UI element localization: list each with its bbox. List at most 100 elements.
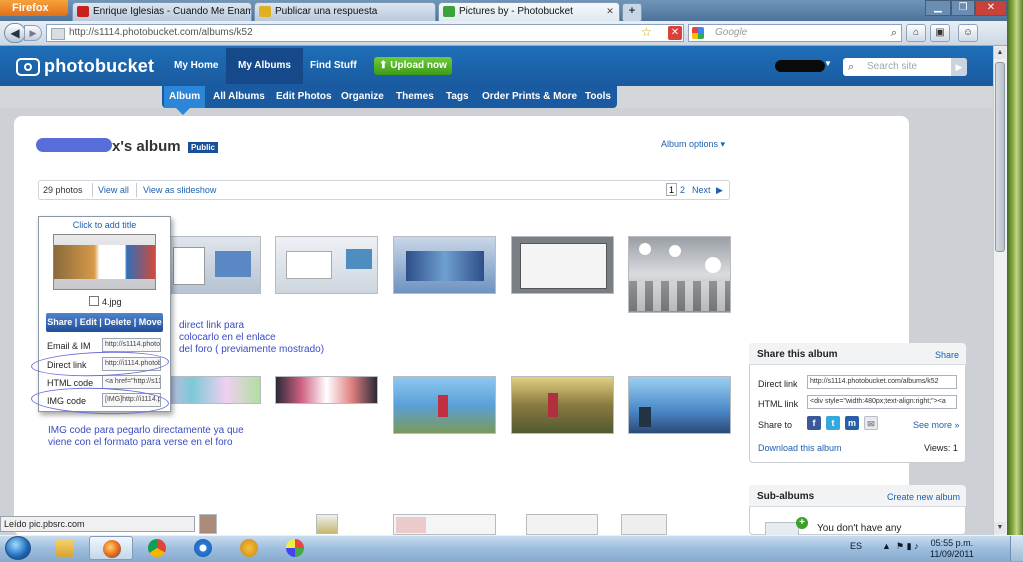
- nav-my-albums[interactable]: My Albums: [226, 48, 303, 84]
- search-placeholder: Google: [715, 27, 748, 38]
- slideshow-link[interactable]: View as slideshow: [143, 185, 216, 195]
- subnav-organize[interactable]: Organize: [336, 86, 389, 108]
- twitter-icon[interactable]: t: [826, 416, 840, 430]
- album-options-menu[interactable]: Album options ▾: [661, 139, 725, 150]
- explorer-taskbar-button[interactable]: [43, 536, 87, 560]
- subnav-themes[interactable]: Themes: [391, 86, 439, 108]
- addon-icon[interactable]: ▣: [930, 24, 950, 42]
- share-to-label: Share to: [758, 420, 793, 430]
- paint-taskbar-button[interactable]: [273, 536, 317, 560]
- maximize-button[interactable]: ❐: [951, 0, 975, 16]
- status-bar: Leído pic.pbsrc.com: [0, 516, 195, 532]
- close-tab-icon[interactable]: ✕: [605, 6, 615, 16]
- site-search-input[interactable]: ⌕ Search site ▶: [843, 58, 967, 76]
- photo-thumbnail[interactable]: [275, 236, 378, 294]
- forward-button[interactable]: ▶: [24, 25, 42, 41]
- scroll-down-icon[interactable]: ▼: [994, 522, 1006, 534]
- photo-count: 29 photos: [43, 185, 83, 195]
- flag-icon[interactable]: ⚑: [896, 541, 904, 551]
- see-more-link[interactable]: See more »: [913, 420, 960, 430]
- photo-thumbnail[interactable]: [275, 376, 378, 404]
- page-2[interactable]: 2: [680, 185, 685, 195]
- photobucket-logo[interactable]: photobucket: [16, 56, 154, 77]
- tab-youtube[interactable]: Enrique Iglesias - Cuando Me Enamo...: [72, 2, 252, 21]
- back-button[interactable]: ◀: [4, 23, 26, 43]
- clock-time: 05:55 p.m.: [930, 538, 974, 548]
- selected-photo-thumbnail[interactable]: [53, 234, 156, 290]
- greasemonkey-icon[interactable]: ☺: [958, 24, 978, 42]
- view-all-link[interactable]: View all: [98, 185, 129, 195]
- scroll-up-icon[interactable]: ▲: [994, 47, 1006, 59]
- new-tab-button[interactable]: +: [622, 3, 642, 22]
- subnav-album[interactable]: Album: [164, 86, 206, 108]
- share-link[interactable]: Share: [935, 350, 959, 360]
- email-icon[interactable]: ✉: [864, 416, 878, 430]
- show-desktop-button[interactable]: [1010, 536, 1023, 561]
- next-arrow-icon[interactable]: ▶: [716, 185, 723, 196]
- photo-thumbnail[interactable]: [199, 514, 217, 534]
- search-icon[interactable]: ⌕: [891, 25, 897, 41]
- game-taskbar-button[interactable]: [227, 536, 271, 560]
- photo-thumbnail[interactable]: [621, 514, 667, 535]
- html-code-label: HTML code: [47, 378, 94, 388]
- photo-thumbnail[interactable]: [393, 514, 496, 535]
- address-bar[interactable]: http://s1114.photobucket.com/albums/k52: [46, 24, 684, 42]
- tab-photobucket[interactable]: Pictures by - Photobucket ✕: [438, 2, 620, 21]
- system-clock[interactable]: 05:55 p.m. 11/09/2011: [930, 538, 974, 560]
- upload-now-button[interactable]: ⬆ Upload now: [374, 57, 452, 75]
- subnav-edit-photos[interactable]: Edit Photos: [271, 86, 337, 108]
- next-page-link[interactable]: Next: [692, 185, 711, 195]
- email-im-field[interactable]: http://s1114.photob: [102, 338, 161, 352]
- subnav-tools[interactable]: Tools: [580, 86, 616, 108]
- photo-thumbnail[interactable]: [511, 376, 614, 434]
- firefox-menu-button[interactable]: Firefox: [0, 0, 68, 16]
- volume-icon[interactable]: ♪: [914, 541, 919, 551]
- share-edit-delete-move-bar[interactable]: Share | Edit | Delete | Move: [46, 313, 163, 332]
- photo-thumbnail[interactable]: [628, 376, 731, 434]
- annotation-img-code: IMG code para pegarlo directamente ya qu…: [48, 425, 244, 448]
- search-go-button[interactable]: ▶: [951, 58, 967, 76]
- subnav-tags[interactable]: Tags: [441, 86, 474, 108]
- username-redacted[interactable]: [775, 60, 825, 72]
- html-code-field[interactable]: <a href="http://s111: [102, 375, 161, 389]
- start-button[interactable]: [5, 536, 31, 560]
- photo-thumbnail[interactable]: [316, 514, 338, 534]
- photo-filename: 4.jpg: [102, 297, 122, 307]
- photo-thumbnail[interactable]: [393, 376, 496, 434]
- tray-arrow-icon[interactable]: ▲: [882, 541, 891, 551]
- ie-taskbar-button[interactable]: [181, 536, 225, 560]
- page-1[interactable]: 1: [666, 183, 677, 196]
- photo-thumbnail[interactable]: [158, 376, 261, 404]
- album-html-link-field[interactable]: <div style="width:480px;text-align:right…: [807, 395, 957, 409]
- chrome-taskbar-button[interactable]: [135, 536, 179, 560]
- close-window-button[interactable]: ✕: [975, 0, 1007, 16]
- home-icon[interactable]: ⌂: [906, 24, 926, 42]
- subnav-order-prints[interactable]: Order Prints & More: [477, 86, 582, 108]
- language-indicator[interactable]: ES: [850, 541, 862, 551]
- myspace-icon[interactable]: m: [845, 416, 859, 430]
- download-album-link[interactable]: Download this album: [758, 443, 842, 453]
- network-icon[interactable]: ▮: [907, 541, 912, 551]
- search-box[interactable]: Google ⌕: [688, 24, 902, 42]
- tab-forum[interactable]: Publicar una respuesta: [254, 2, 436, 21]
- stop-icon[interactable]: ✕: [668, 26, 682, 40]
- add-title-link[interactable]: Click to add title: [38, 220, 171, 230]
- nav-find-stuff[interactable]: Find Stuff: [298, 48, 369, 84]
- photo-thumbnail[interactable]: [393, 236, 496, 294]
- user-menu-chevron-icon[interactable]: ▼: [824, 59, 832, 68]
- facebook-icon[interactable]: f: [807, 416, 821, 430]
- album-direct-link-field[interactable]: http://s1114.photobucket.com/albums/k52: [807, 375, 957, 389]
- photo-thumbnail[interactable]: [628, 236, 731, 313]
- photo-select-checkbox[interactable]: [89, 296, 99, 306]
- photo-thumbnail[interactable]: [526, 514, 598, 535]
- scrollbar-thumb[interactable]: [995, 62, 1005, 252]
- nav-my-home[interactable]: My Home: [162, 48, 230, 84]
- bookmark-star-icon[interactable]: ☆: [641, 24, 655, 40]
- firefox-taskbar-button[interactable]: [89, 536, 133, 560]
- minimize-button[interactable]: ▁: [925, 0, 951, 16]
- add-icon[interactable]: +: [796, 517, 808, 529]
- photo-thumbnail[interactable]: [511, 236, 614, 294]
- photo-thumbnail[interactable]: [158, 236, 261, 294]
- subnav-all-albums[interactable]: All Albums: [208, 86, 270, 108]
- create-new-album-link[interactable]: Create new album: [887, 492, 960, 502]
